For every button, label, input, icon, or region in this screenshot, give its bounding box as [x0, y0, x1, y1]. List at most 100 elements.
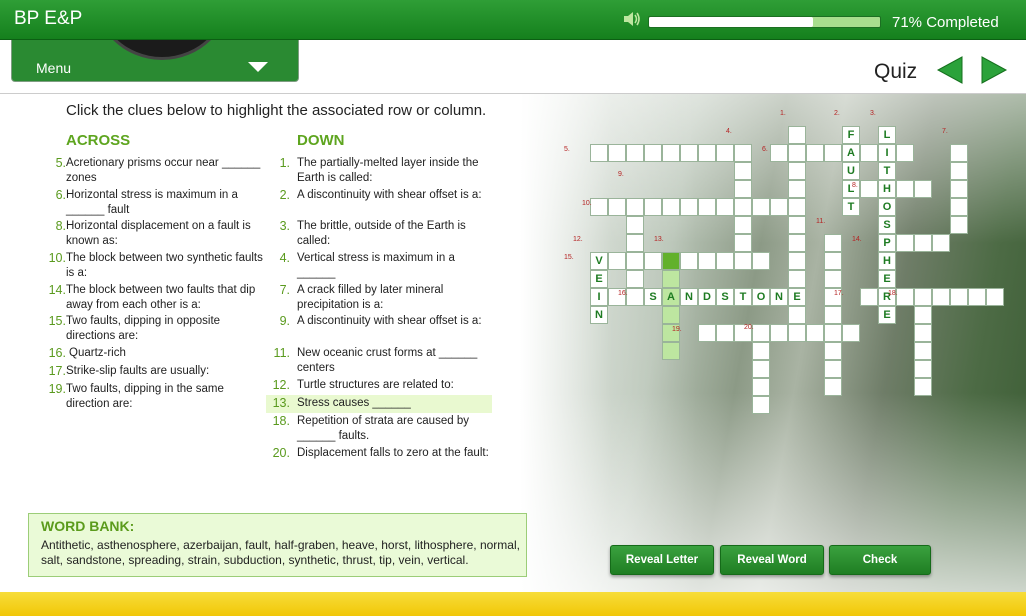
reveal-word-button[interactable]: Reveal Word [720, 545, 824, 575]
crossword-cell[interactable] [788, 324, 806, 342]
crossword-cell[interactable] [950, 198, 968, 216]
crossword-cell[interactable] [824, 342, 842, 360]
crossword-cell[interactable]: H [878, 252, 896, 270]
crossword-cell[interactable] [698, 198, 716, 216]
crossword-cell[interactable] [896, 144, 914, 162]
crossword-cell[interactable]: E [590, 270, 608, 288]
crossword-cell[interactable] [590, 198, 608, 216]
crossword-cell[interactable] [806, 324, 824, 342]
clue-down-11[interactable]: 11. New oceanic crust forms at ______ ce… [266, 346, 492, 376]
crossword-cell[interactable] [734, 216, 752, 234]
crossword-cell[interactable] [770, 198, 788, 216]
clue-down-1[interactable]: 1. The partially-melted layer inside the… [266, 156, 492, 186]
crossword-cell[interactable] [950, 162, 968, 180]
clue-across-10[interactable]: 10. The block between two synthetic faul… [42, 251, 264, 281]
crossword-cell[interactable] [914, 234, 932, 252]
crossword-cell[interactable] [752, 324, 770, 342]
crossword-cell[interactable]: I [878, 144, 896, 162]
crossword-cell[interactable] [788, 306, 806, 324]
crossword-cell[interactable] [824, 234, 842, 252]
crossword-cell[interactable] [950, 216, 968, 234]
crossword-cell[interactable] [968, 288, 986, 306]
crossword-cell[interactable] [824, 306, 842, 324]
crossword-cell[interactable] [896, 288, 914, 306]
crossword-cell[interactable] [752, 252, 770, 270]
crossword-cell[interactable] [896, 234, 914, 252]
crossword-cell[interactable] [950, 180, 968, 198]
crossword-cell[interactable]: S [644, 288, 662, 306]
crossword-cell[interactable] [698, 324, 716, 342]
crossword-cell[interactable] [770, 144, 788, 162]
crossword-cell[interactable] [752, 378, 770, 396]
reveal-letter-button[interactable]: Reveal Letter [610, 545, 714, 575]
crossword-cell[interactable] [716, 324, 734, 342]
crossword-cell[interactable] [752, 342, 770, 360]
crossword-cell[interactable] [950, 144, 968, 162]
clue-down-7[interactable]: 7. A crack filled by later mineral preci… [266, 283, 492, 313]
crossword-cell[interactable]: O [878, 198, 896, 216]
crossword-cell[interactable] [824, 270, 842, 288]
crossword-cell[interactable]: E [878, 270, 896, 288]
crossword-cell[interactable] [662, 252, 680, 270]
crossword-cell[interactable] [662, 306, 680, 324]
crossword-cell[interactable] [716, 144, 734, 162]
speaker-icon[interactable] [622, 10, 642, 28]
crossword-cell[interactable] [626, 216, 644, 234]
clue-across-15[interactable]: 15. Two faults, dipping in opposite dire… [42, 314, 264, 344]
crossword-cell[interactable] [788, 270, 806, 288]
crossword-cell[interactable] [590, 144, 608, 162]
clue-across-6[interactable]: 6. Horizontal stress is maximum in a ___… [42, 188, 264, 218]
crossword-cell[interactable] [896, 180, 914, 198]
crossword-cell[interactable] [734, 162, 752, 180]
crossword-cell[interactable] [608, 252, 626, 270]
crossword-cell[interactable] [806, 144, 824, 162]
crossword-cell[interactable] [698, 144, 716, 162]
crossword-cell[interactable] [770, 324, 788, 342]
crossword-cell[interactable]: S [878, 216, 896, 234]
crossword-cell[interactable]: N [590, 306, 608, 324]
crossword-cell[interactable]: T [734, 288, 752, 306]
clue-across-19[interactable]: 19. Two faults, dipping in the same dire… [42, 382, 264, 412]
clue-down-18[interactable]: 18. Repetition of strata are caused by _… [266, 414, 492, 444]
crossword-cell[interactable] [680, 144, 698, 162]
crossword-cell[interactable]: E [878, 306, 896, 324]
crossword-cell[interactable]: O [752, 288, 770, 306]
crossword-cell[interactable] [752, 360, 770, 378]
crossword-cell[interactable] [716, 252, 734, 270]
clue-across-5[interactable]: 5. Acretionary prisms occur near ______ … [42, 156, 264, 186]
crossword-cell[interactable] [788, 198, 806, 216]
crossword-cell[interactable] [680, 252, 698, 270]
crossword-cell[interactable] [626, 234, 644, 252]
crossword-cell[interactable] [788, 252, 806, 270]
clue-down-12[interactable]: 12. Turtle structures are related to: [266, 378, 492, 393]
crossword-cell[interactable] [860, 180, 878, 198]
crossword-cell[interactable] [716, 198, 734, 216]
crossword-cell[interactable]: L [878, 126, 896, 144]
crossword-cell[interactable] [824, 252, 842, 270]
crossword-cell[interactable] [680, 198, 698, 216]
crossword-cell[interactable]: I [590, 288, 608, 306]
clue-across-8[interactable]: 8. Horizontal displacement on a fault is… [42, 219, 264, 249]
crossword-cell[interactable] [824, 324, 842, 342]
crossword-cell[interactable] [788, 126, 806, 144]
crossword-cell[interactable] [626, 252, 644, 270]
clue-down-4[interactable]: 4. Vertical stress is maximum in a _____… [266, 251, 492, 281]
crossword-cell[interactable] [752, 396, 770, 414]
crossword-cell[interactable] [626, 270, 644, 288]
crossword-cell[interactable]: N [770, 288, 788, 306]
crossword-cell[interactable]: N [680, 288, 698, 306]
crossword-cell[interactable] [788, 180, 806, 198]
crossword-cell[interactable] [734, 252, 752, 270]
crossword-cell[interactable]: S [716, 288, 734, 306]
crossword-cell[interactable] [914, 306, 932, 324]
crossword-cell[interactable]: A [842, 144, 860, 162]
crossword-cell[interactable] [986, 288, 1004, 306]
crossword-cell[interactable] [734, 198, 752, 216]
crossword-cell[interactable] [914, 360, 932, 378]
crossword-cell[interactable] [734, 234, 752, 252]
clue-down-20[interactable]: 20. Displacement falls to zero at the fa… [266, 446, 492, 461]
crossword-cell[interactable] [626, 144, 644, 162]
crossword-cell[interactable] [788, 162, 806, 180]
crossword-cell[interactable] [824, 360, 842, 378]
crossword-cell[interactable] [662, 270, 680, 288]
